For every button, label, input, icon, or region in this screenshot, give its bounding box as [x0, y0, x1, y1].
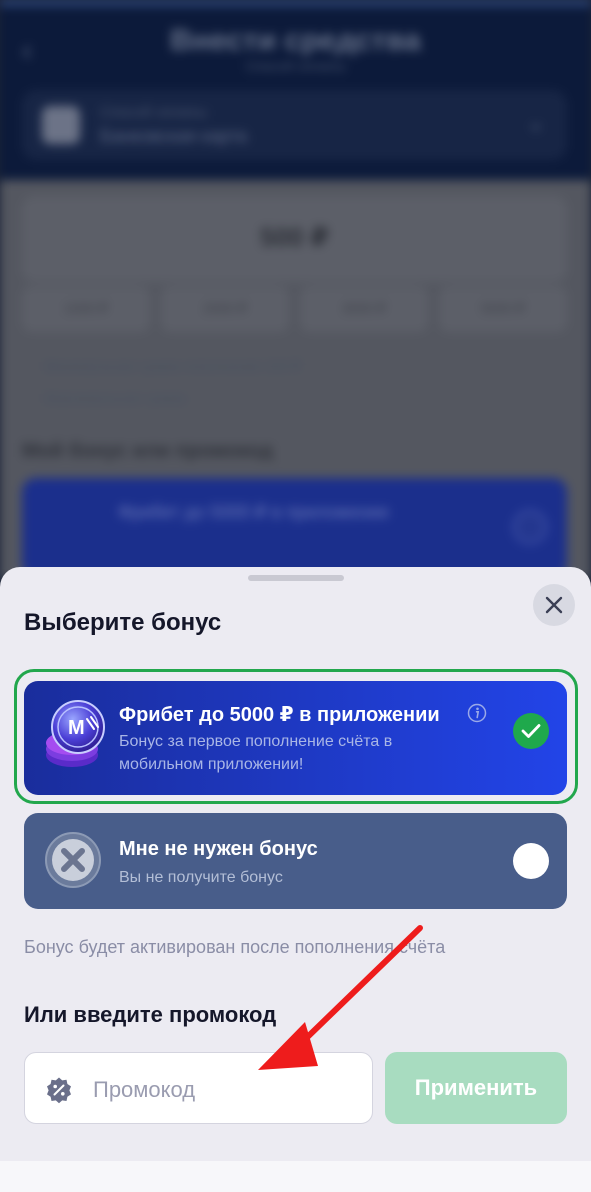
bg-payment-method: Способ оплаты Банковская карта ⌄ — [22, 90, 567, 160]
promo-code-input[interactable]: Промокод — [24, 1052, 373, 1124]
radio-unselected[interactable] — [513, 843, 549, 879]
card-logo-icon — [42, 106, 80, 144]
info-icon[interactable] — [467, 703, 487, 723]
bg-header: ‹ Внести средства Способ оплаты Способ о… — [0, 6, 591, 180]
bg-amount-field: 500 ₽ — [22, 196, 567, 282]
bg-quick-amount: 2000 ₽ — [161, 286, 289, 332]
sheet-drag-handle[interactable] — [248, 575, 344, 581]
bottom-safe-area — [0, 1161, 591, 1192]
bonus-bottom-sheet: Выберите бонус M Фрибет до 5000 ₽ в прил… — [0, 567, 591, 1192]
bg-page-subtitle: Способ оплаты — [245, 58, 346, 74]
apply-button[interactable]: Применить — [385, 1052, 567, 1124]
bg-bonus-preview: Фрибет до 5000 ₽ в приложении — [22, 478, 567, 578]
bonus-option-freebet[interactable]: M Фрибет до 5000 ₽ в приложении Бонус за… — [24, 681, 567, 795]
percent-badge-icon — [47, 1077, 71, 1104]
promo-placeholder: Промокод — [93, 1077, 196, 1102]
sheet-title: Выберите бонус — [24, 609, 222, 636]
x-circle-icon — [45, 832, 101, 888]
svg-text:M: M — [68, 717, 85, 739]
bg-page-title: Внести средства — [170, 24, 421, 57]
bonus-hint-text: Бонус будет активирован после пополнения… — [24, 937, 446, 957]
coin-icon: M — [46, 700, 105, 767]
close-icon — [545, 596, 563, 614]
promo-heading: Или введите промокод — [24, 1002, 277, 1027]
no-bonus-description: Вы не получите бонус — [119, 869, 283, 886]
bg-quick-amount: 3000 ₽ — [300, 286, 428, 332]
no-bonus-title: Мне не нужен бонус — [119, 838, 318, 860]
chevron-down-icon: ⌄ — [526, 110, 545, 135]
bg-quick-amount: 1000 ₽ — [22, 286, 150, 332]
bonus-option-title: Фрибет до 5000 ₽ в приложении — [119, 704, 440, 726]
bonus-option-none[interactable]: Мне не нужен бонус Вы не получите бонус — [24, 813, 567, 909]
bg-quick-amount: 5000 ₽ — [439, 286, 567, 332]
bonus-option-description: Бонус за первое пополнение счёта в мобил… — [119, 733, 393, 773]
selected-check-icon — [513, 713, 549, 749]
bg-section-title: Мой бонус или промокод — [22, 440, 273, 462]
close-button[interactable] — [533, 584, 575, 626]
